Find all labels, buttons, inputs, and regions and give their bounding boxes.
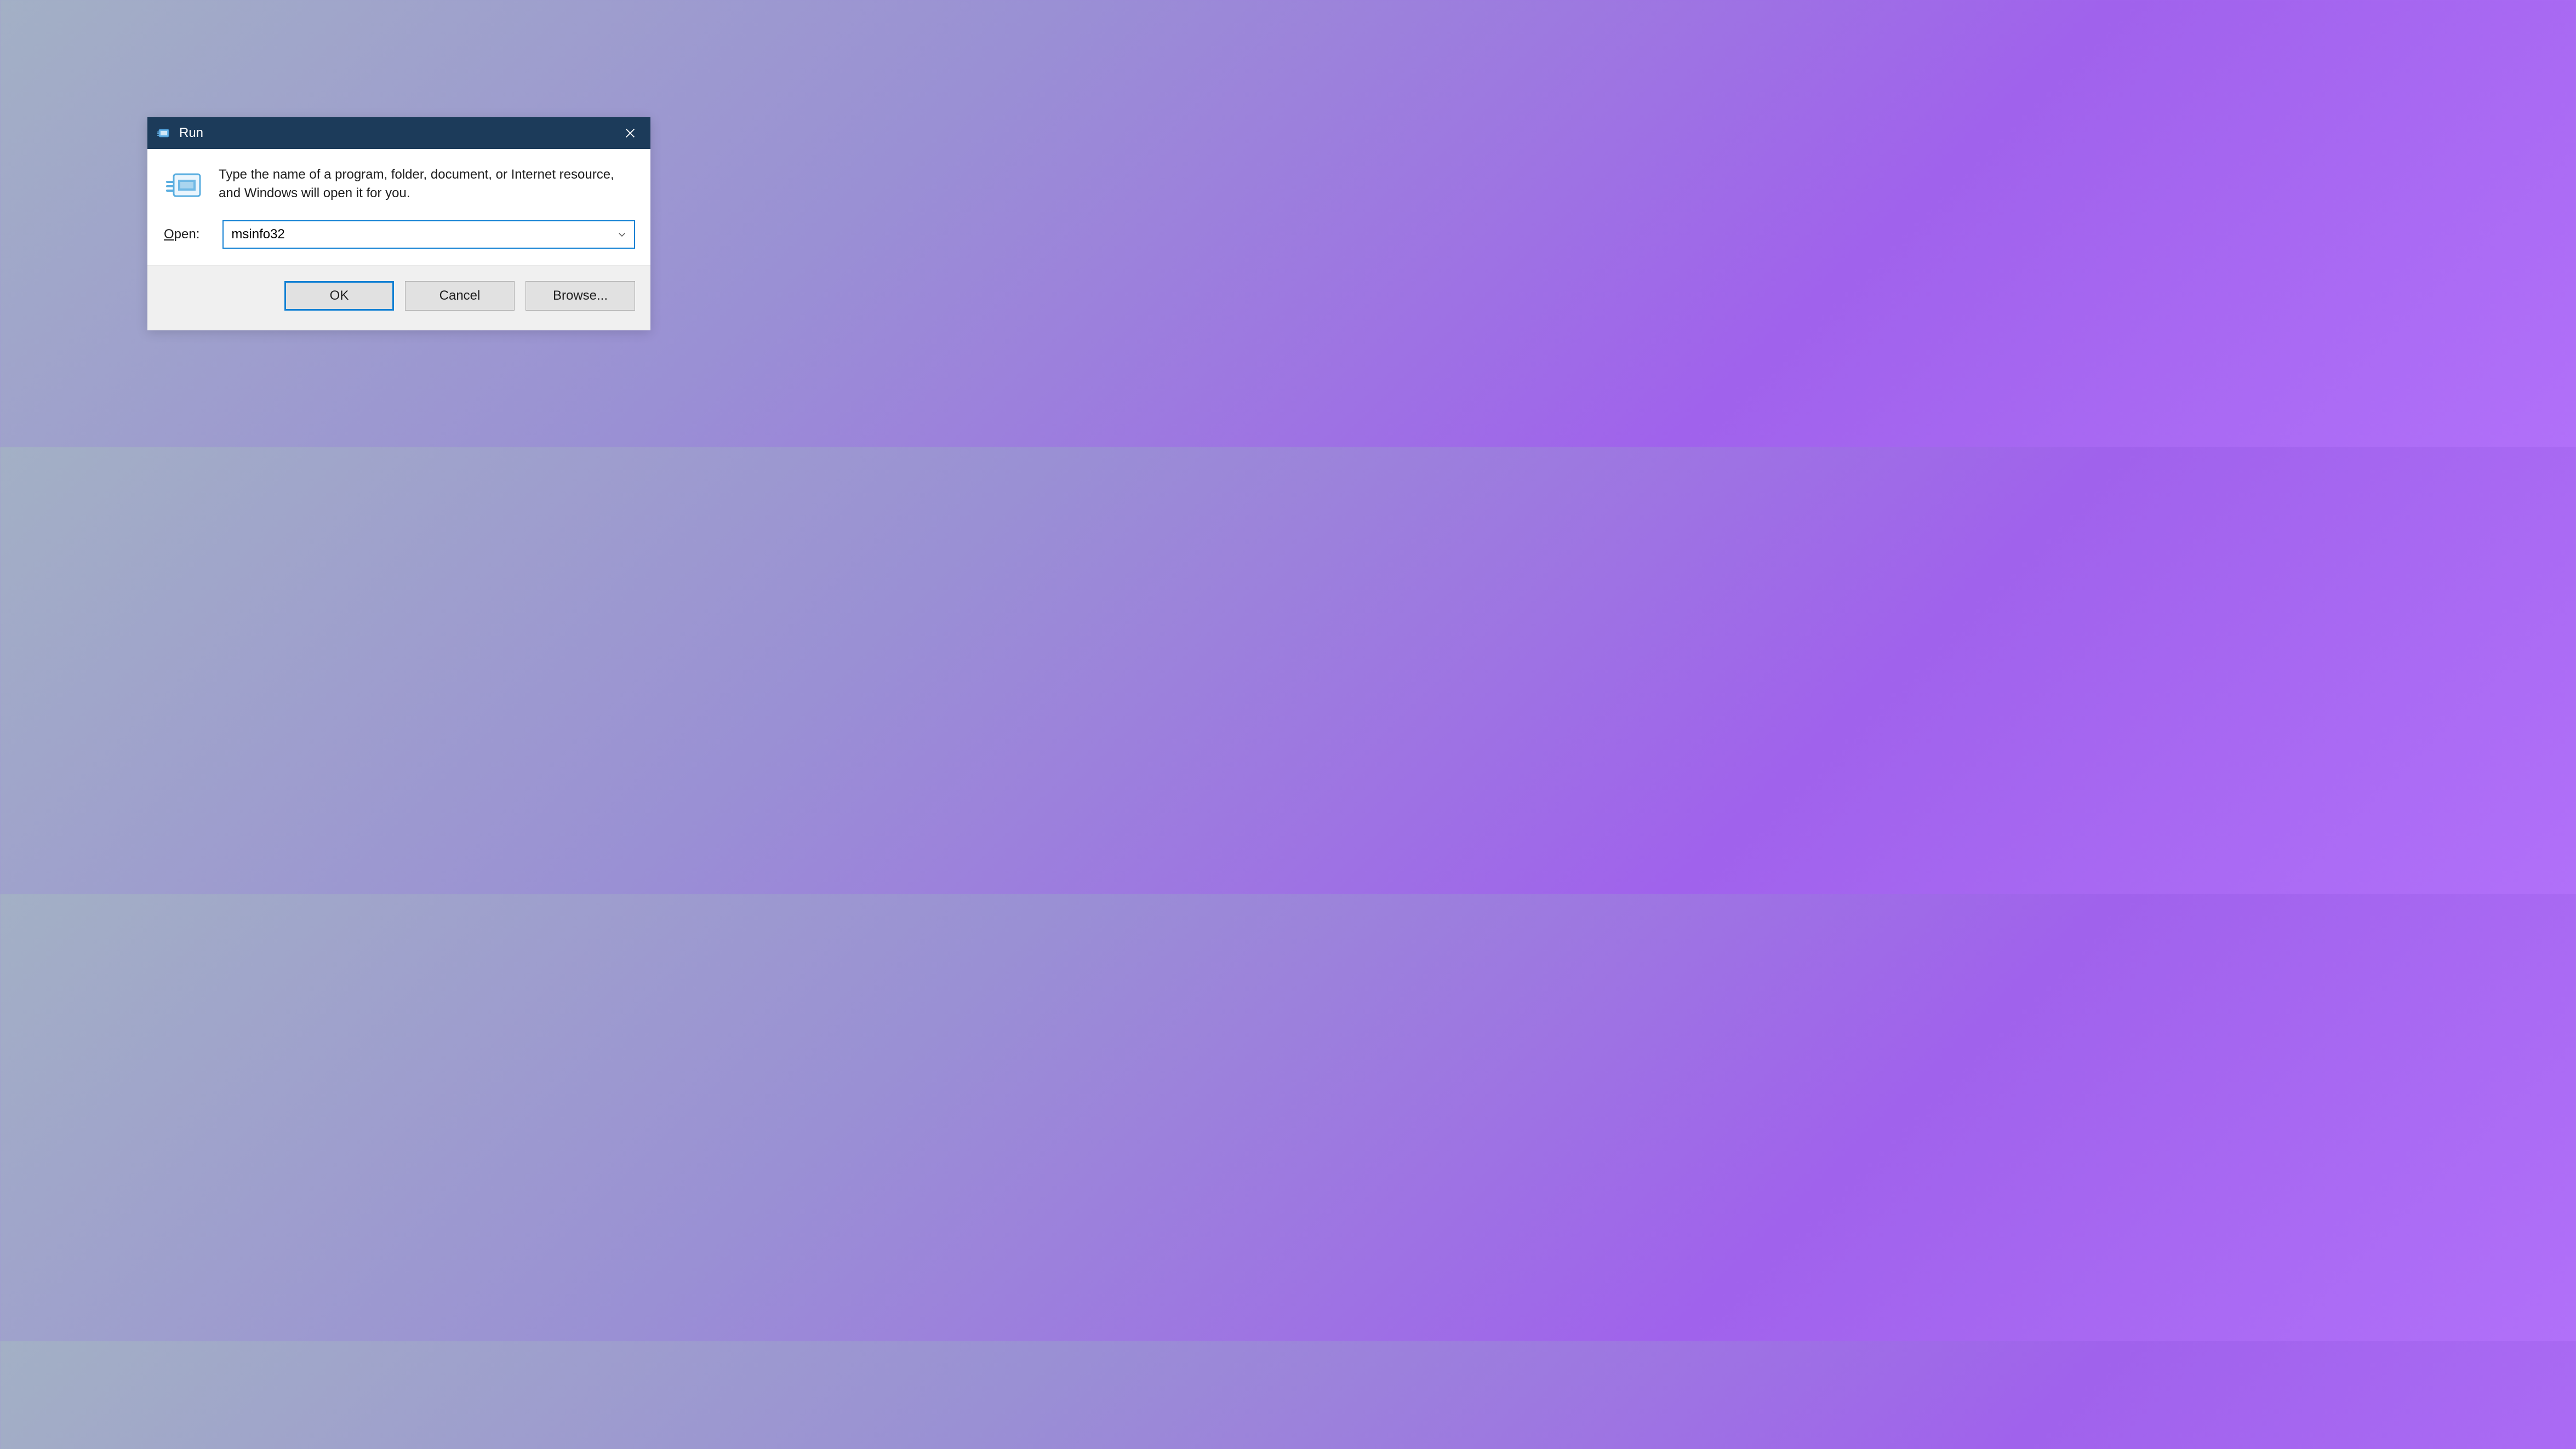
close-icon <box>624 127 636 139</box>
button-bar: OK Cancel Browse... <box>147 265 650 330</box>
titlebar[interactable]: Run <box>147 117 650 149</box>
run-dialog: Run Type the name of a program, folder, … <box>147 117 650 330</box>
run-icon <box>157 127 170 140</box>
open-combobox[interactable] <box>222 220 635 249</box>
description-text: Type the name of a program, folder, docu… <box>219 165 635 204</box>
open-input[interactable] <box>224 221 610 248</box>
titlebar-left: Run <box>157 125 203 141</box>
ok-button[interactable]: OK <box>284 281 394 311</box>
dialog-content: Type the name of a program, folder, docu… <box>147 149 650 265</box>
description-row: Type the name of a program, folder, docu… <box>163 165 635 205</box>
open-label: Open: <box>164 227 199 242</box>
input-row: Open: <box>163 220 635 249</box>
combobox-dropdown-button[interactable] <box>610 221 634 248</box>
cancel-button[interactable]: Cancel <box>405 281 515 311</box>
window-title: Run <box>179 125 203 141</box>
chevron-down-icon <box>617 230 627 239</box>
run-icon-large <box>166 168 203 205</box>
browse-button[interactable]: Browse... <box>526 281 635 311</box>
close-button[interactable] <box>618 121 643 146</box>
